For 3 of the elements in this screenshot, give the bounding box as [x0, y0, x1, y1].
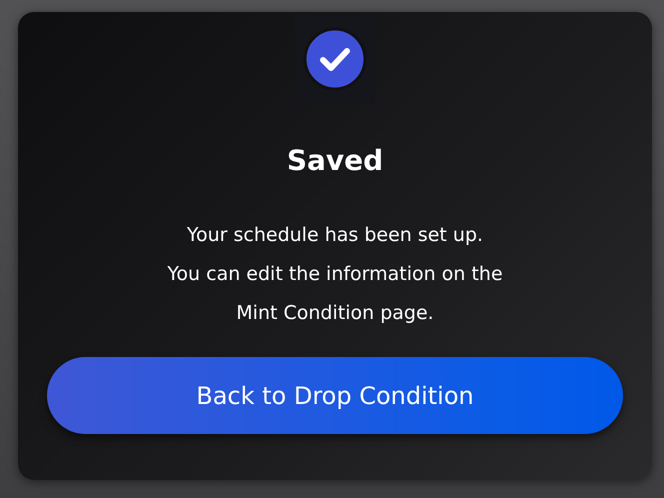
back-button[interactable]: Back to Drop Condition	[47, 357, 623, 434]
dialog-message: Your schedule has been set up. You can edit the information on the Mint Condition page.	[167, 223, 503, 326]
dialog-title: Saved	[286, 144, 384, 178]
